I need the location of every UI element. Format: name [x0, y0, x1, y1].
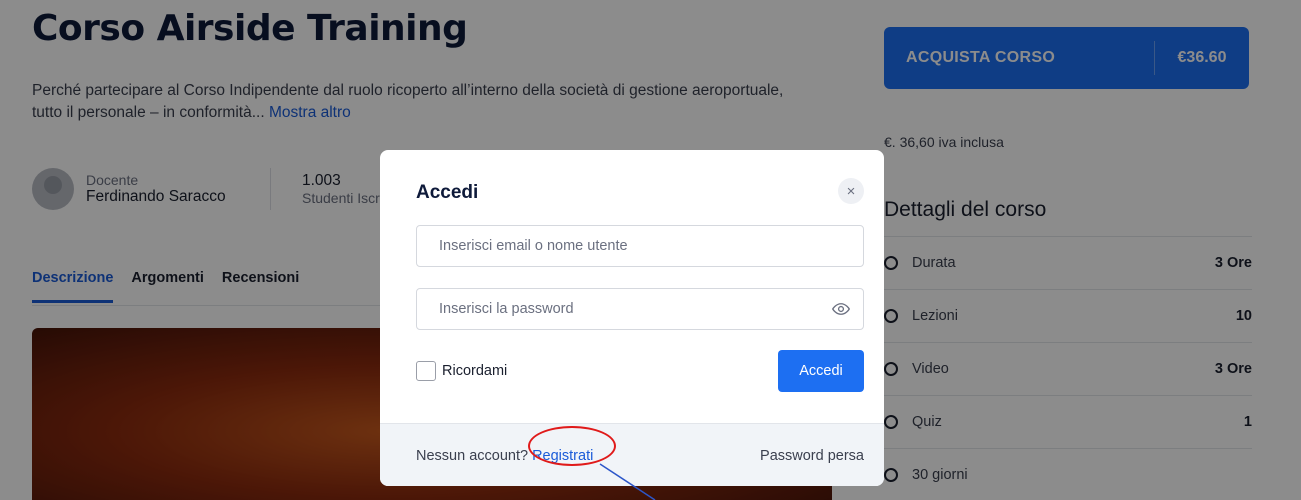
- password-field[interactable]: [416, 288, 864, 330]
- login-modal: Accedi × Ricordami Accedi Nessun account…: [380, 150, 884, 486]
- lost-password-link[interactable]: Password persa: [760, 448, 864, 464]
- modal-footer: Nessun account? Registrati Password pers…: [380, 423, 884, 486]
- email-field[interactable]: [416, 225, 864, 267]
- remember-label: Ricordami: [442, 363, 508, 379]
- no-account-label: Nessun account?: [416, 448, 529, 464]
- remember-checkbox[interactable]: [416, 361, 436, 381]
- remember-me[interactable]: Ricordami: [416, 361, 507, 381]
- annotation-ellipse: [528, 426, 616, 466]
- close-icon[interactable]: ×: [838, 178, 864, 204]
- eye-icon[interactable]: [832, 300, 850, 318]
- modal-title: Accedi: [416, 182, 479, 203]
- login-button[interactable]: Accedi: [778, 350, 864, 392]
